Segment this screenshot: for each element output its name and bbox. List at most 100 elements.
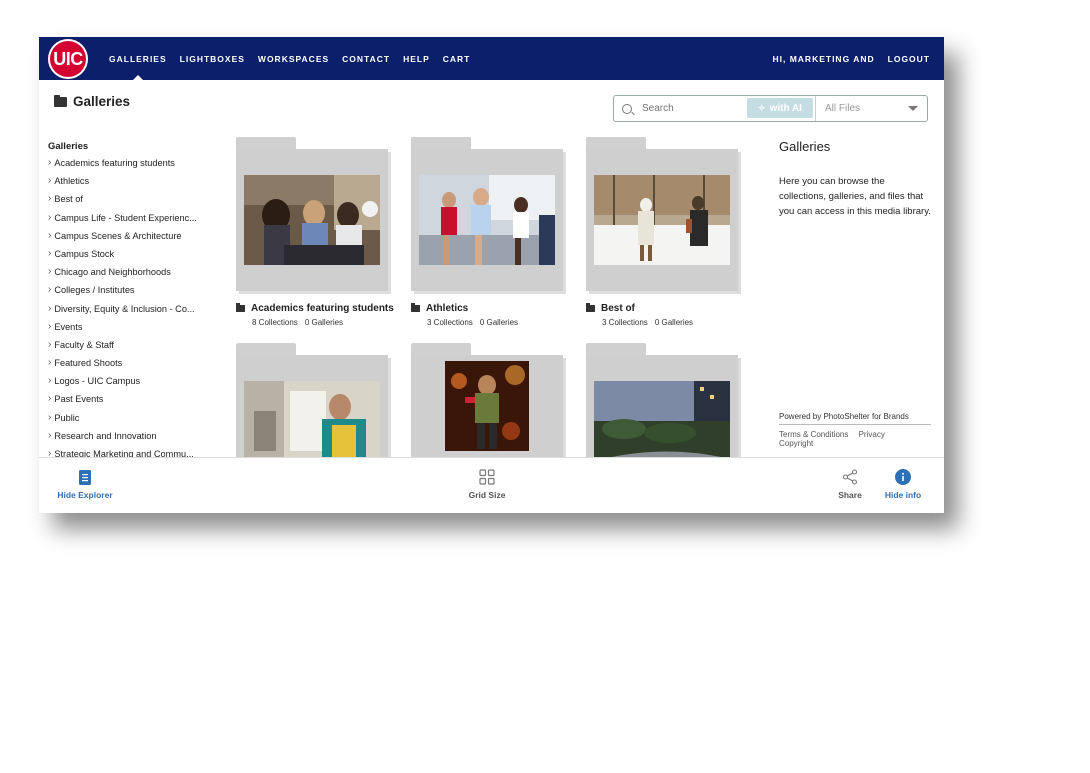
gallery-title[interactable]: Academics featuring students	[251, 303, 394, 314]
explorer-heading[interactable]: Galleries	[48, 141, 218, 152]
gallery-thumbnail[interactable]	[594, 175, 730, 265]
sidebar-item-label: Featured Shoots	[54, 358, 123, 369]
sidebar-item[interactable]: › Public	[48, 412, 218, 431]
chevron-right-icon: ›	[48, 375, 52, 387]
nav-workspaces[interactable]: WORKSPACES	[258, 54, 329, 64]
search-input[interactable]	[640, 102, 744, 115]
sidebar-item-label: Athletics	[54, 176, 90, 187]
gallery-meta: Academics featuring students 8 Collection…	[236, 303, 396, 327]
chevron-right-icon: ›	[48, 338, 52, 350]
chevron-right-icon: ›	[48, 175, 52, 187]
sidebar-item[interactable]: › Campus Life - Student Experienc...	[48, 211, 218, 231]
app-window: UIC GALLERIES LIGHTBOXES WORKSPACES CONT…	[39, 37, 944, 513]
logout-link[interactable]: LOGOUT	[888, 54, 930, 64]
powered-by[interactable]: Powered by PhotoShelter for Brands	[779, 412, 931, 425]
sidebar-item-label: Colleges / Institutes	[54, 285, 135, 296]
hide-explorer-label: Hide Explorer	[57, 490, 113, 500]
copyright-link[interactable]: Copyright	[779, 439, 813, 448]
nav-lightboxes[interactable]: LIGHTBOXES	[180, 54, 245, 64]
share-button[interactable]: Share	[835, 468, 865, 500]
user-greeting[interactable]: HI, MARKETING AND	[772, 54, 874, 64]
uic-logo[interactable]: UIC	[48, 39, 88, 79]
gallery-meta: Best of 3 Collections 0 Galleries	[586, 303, 746, 327]
galleries-count: 0 Galleries	[304, 318, 344, 327]
explorer-icon	[57, 468, 113, 486]
page-title-text: Galleries	[73, 94, 131, 109]
gallery-thumbnail[interactable]	[244, 175, 380, 265]
sidebar-item[interactable]: › Strategic Marketing and Commu...	[48, 449, 218, 458]
ai-search-label: with AI	[769, 102, 802, 114]
sidebar-item-label: Campus Stock	[54, 248, 115, 259]
sidebar-item[interactable]: › Faculty & Staff	[48, 338, 218, 358]
chevron-right-icon: ›	[48, 157, 52, 168]
sidebar-item-label: Chicago and Neighborhoods	[54, 267, 171, 278]
privacy-link[interactable]: Privacy	[859, 430, 885, 439]
hide-explorer-button[interactable]: Hide Explorer	[57, 468, 113, 500]
chevron-right-icon: ›	[48, 193, 52, 205]
sidebar-item[interactable]: › Academics featuring students	[48, 158, 218, 176]
sidebar-item[interactable]: › Chicago and Neighborhoods	[48, 267, 218, 285]
user-nav: HI, MARKETING AND LOGOUT	[759, 37, 930, 80]
sidebar-item[interactable]: › Colleges / Institutes	[48, 285, 218, 303]
nav-help[interactable]: HELP	[403, 54, 430, 64]
gallery-title[interactable]: Best of	[601, 303, 635, 314]
page-title: Galleries	[54, 94, 130, 109]
nav-contact[interactable]: CONTACT	[342, 54, 390, 64]
sidebar-item[interactable]: › Events	[48, 321, 218, 340]
file-type-select[interactable]: All Files	[815, 96, 927, 121]
sidebar-item[interactable]: › Research and Innovation	[48, 429, 218, 449]
sidebar-item[interactable]: › Campus Scenes & Architecture	[48, 229, 218, 249]
nav-cart[interactable]: CART	[443, 54, 471, 64]
info-heading: Galleries	[779, 139, 831, 154]
chevron-right-icon: ›	[48, 284, 52, 296]
main-nav: GALLERIES LIGHTBOXES WORKSPACES CONTACT …	[109, 37, 483, 80]
sidebar-item-label: Academics featuring students	[54, 158, 175, 168]
top-navigation-bar: UIC GALLERIES LIGHTBOXES WORKSPACES CONT…	[39, 37, 944, 80]
grid-size-button[interactable]: Grid Size	[465, 468, 509, 500]
sidebar-item[interactable]: › Featured Shoots	[48, 358, 218, 376]
chevron-right-icon: ›	[48, 247, 52, 259]
terms-link[interactable]: Terms & Conditions	[779, 430, 848, 439]
sidebar-item[interactable]: › Athletics	[48, 176, 218, 194]
grid-icon	[465, 468, 509, 486]
chevron-right-icon: ›	[48, 211, 52, 223]
folder-tab	[586, 137, 646, 149]
footer-links: Powered by PhotoShelter for Brands Terms…	[779, 412, 931, 448]
share-icon	[835, 468, 865, 486]
gallery-thumbnail[interactable]	[594, 381, 730, 457]
sidebar-item-label: Events	[54, 321, 83, 332]
sidebar-item-label: Campus Life - Student Experienc...	[54, 212, 197, 223]
ai-search-button[interactable]: ✧ with AI	[747, 98, 813, 118]
gallery-explorer: Galleries › Academics featuring students ›…	[48, 141, 218, 457]
folder-tab	[411, 137, 471, 149]
chevron-right-icon: ›	[48, 229, 52, 241]
folder-tab	[236, 343, 296, 355]
nav-galleries[interactable]: GALLERIES	[109, 54, 167, 80]
folder-icon	[586, 303, 595, 312]
chevron-right-icon: ›	[48, 357, 52, 369]
gallery-thumbnail[interactable]	[244, 381, 380, 457]
sidebar-item-label: Logos - UIC Campus	[54, 376, 141, 387]
sidebar-item[interactable]: › Campus Stock	[48, 247, 218, 267]
chevron-right-icon: ›	[48, 393, 52, 405]
sidebar-item-label: Campus Scenes & Architecture	[54, 230, 182, 241]
bottom-toolbar: Hide Explorer Grid Size Share Hide info	[39, 457, 944, 513]
search-bar: ✧ with AI All Files	[613, 95, 928, 122]
folder-tab	[411, 343, 471, 355]
chevron-right-icon: ›	[48, 429, 52, 441]
gallery-thumbnail[interactable]	[419, 175, 555, 265]
hide-info-button[interactable]: Hide info	[881, 468, 925, 500]
sidebar-item-label: Strategic Marketing and Commu...	[54, 449, 194, 457]
gallery-title[interactable]: Athletics	[426, 303, 468, 314]
collections-count: 8 Collections	[252, 318, 298, 327]
ai-sparkle-icon: ✧	[758, 102, 766, 113]
chevron-right-icon: ›	[48, 266, 52, 278]
sidebar-item-label: Faculty & Staff	[54, 339, 114, 350]
sidebar-item[interactable]: › Past Events	[48, 394, 218, 412]
sidebar-item-label: Diversity, Equity & Inclusion - Co...	[54, 303, 195, 314]
sidebar-item[interactable]: › Best of	[48, 194, 218, 212]
folder-tab	[236, 137, 296, 149]
sidebar-item[interactable]: › Logos - UIC Campus	[48, 376, 218, 394]
sidebar-item[interactable]: › Diversity, Equity & Inclusion - Co...	[48, 303, 218, 322]
gallery-thumbnail[interactable]	[445, 361, 529, 457]
